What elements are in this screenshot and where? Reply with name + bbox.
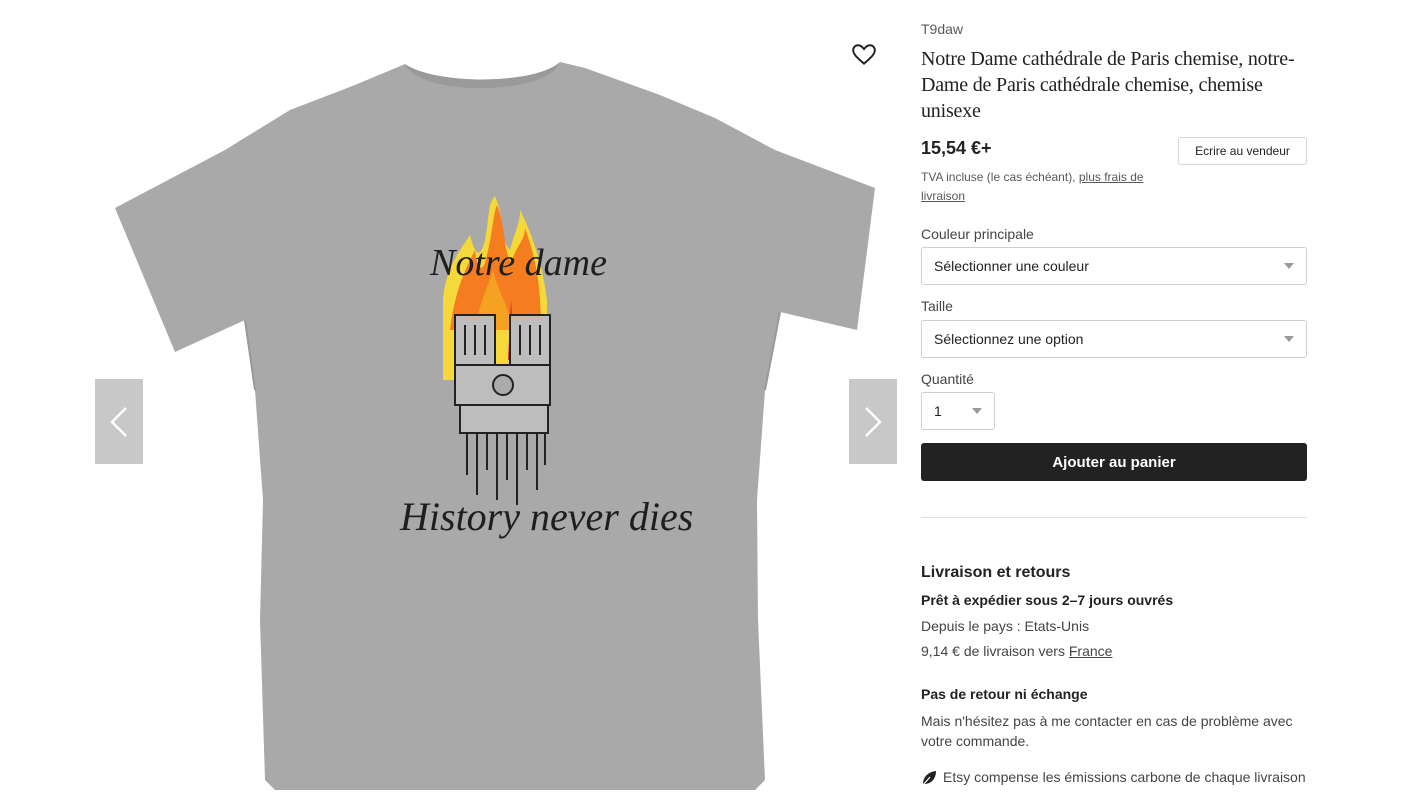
- print-text-top: Notre dame: [429, 242, 607, 284]
- product-gallery: Notre dame History never dies: [95, 0, 897, 800]
- chevron-right-icon: [865, 406, 882, 437]
- previous-image-button[interactable]: [95, 379, 143, 464]
- leaf-icon: [922, 771, 936, 786]
- shipping-cost-text: 9,14 € de livraison vers: [921, 643, 1069, 659]
- size-select-value: Sélectionnez une option: [934, 331, 1084, 347]
- caret-down-icon: [972, 408, 982, 414]
- chevron-left-icon: [110, 406, 127, 437]
- caret-down-icon: [1284, 336, 1294, 342]
- next-image-button[interactable]: [849, 379, 897, 464]
- color-select[interactable]: Sélectionner une couleur: [921, 247, 1307, 285]
- shipping-cost: 9,14 € de livraison vers France: [921, 643, 1112, 659]
- tax-note: TVA incluse (le cas échéant), plus frais…: [921, 168, 1171, 206]
- returns-text: Mais n'hésitez pas à me contacter en cas…: [921, 713, 1293, 749]
- quantity-label: Quantité: [921, 371, 974, 387]
- listing-title: Notre Dame cathédrale de Paris chemise, …: [921, 48, 1295, 122]
- shipping-ready: Prêt à expédier sous 2–7 jours ouvrés: [921, 592, 1174, 608]
- quantity-select[interactable]: 1: [921, 392, 995, 430]
- carbon-text: Etsy compense les émissions carbone de c…: [943, 769, 1306, 785]
- size-select[interactable]: Sélectionnez une option: [921, 320, 1307, 358]
- returns-title: Pas de retour ni échange: [921, 686, 1088, 702]
- add-to-cart-button[interactable]: Ajouter au panier: [921, 443, 1307, 481]
- price: 15,54 €+: [921, 138, 992, 158]
- caret-down-icon: [1284, 263, 1294, 269]
- print-text-bottom: History never dies: [399, 494, 693, 539]
- tax-text: TVA incluse (le cas échéant),: [921, 170, 1079, 184]
- product-image[interactable]: Notre dame History never dies: [115, 0, 877, 800]
- quantity-select-value: 1: [934, 403, 942, 419]
- contact-seller-button[interactable]: Ecrire au vendeur: [1178, 137, 1307, 165]
- shipping-origin: Depuis le pays : Etats-Unis: [921, 618, 1090, 634]
- shop-name[interactable]: T9daw: [921, 21, 963, 37]
- divider: [921, 517, 1307, 518]
- shipping-title: Livraison et retours: [921, 564, 1071, 581]
- size-label: Taille: [921, 298, 953, 314]
- color-select-value: Sélectionner une couleur: [934, 258, 1089, 274]
- heart-icon[interactable]: [851, 42, 877, 68]
- color-label: Couleur principale: [921, 226, 1034, 242]
- shipping-country-link[interactable]: France: [1069, 643, 1113, 659]
